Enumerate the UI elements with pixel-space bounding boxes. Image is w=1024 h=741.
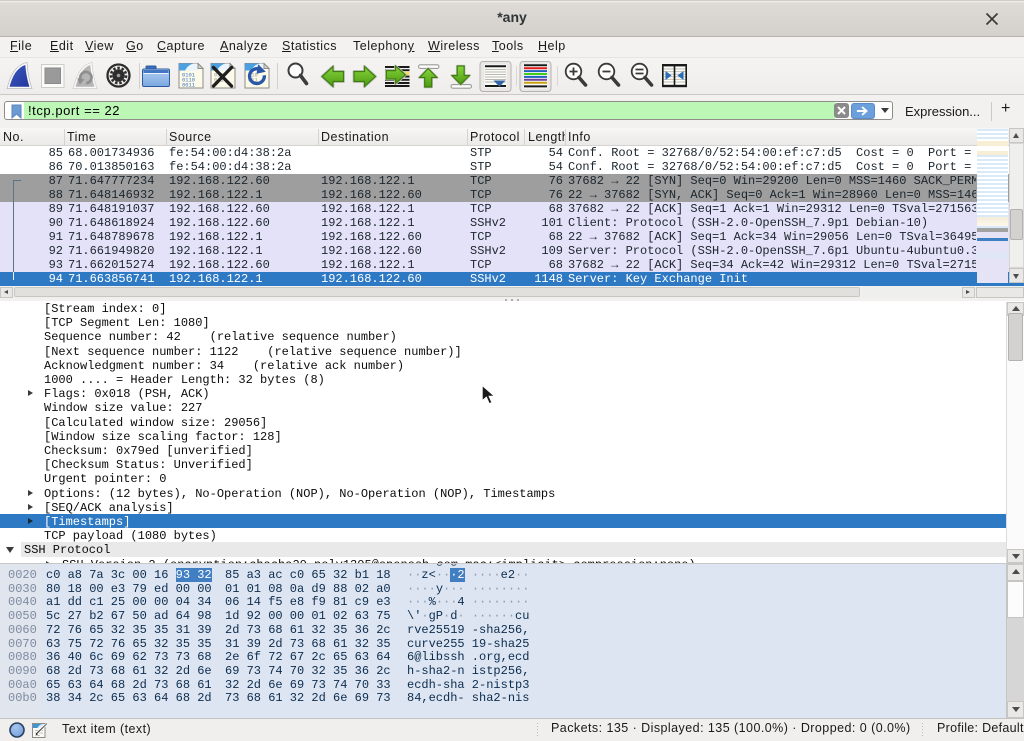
- svg-text:0011: 0011: [182, 83, 195, 89]
